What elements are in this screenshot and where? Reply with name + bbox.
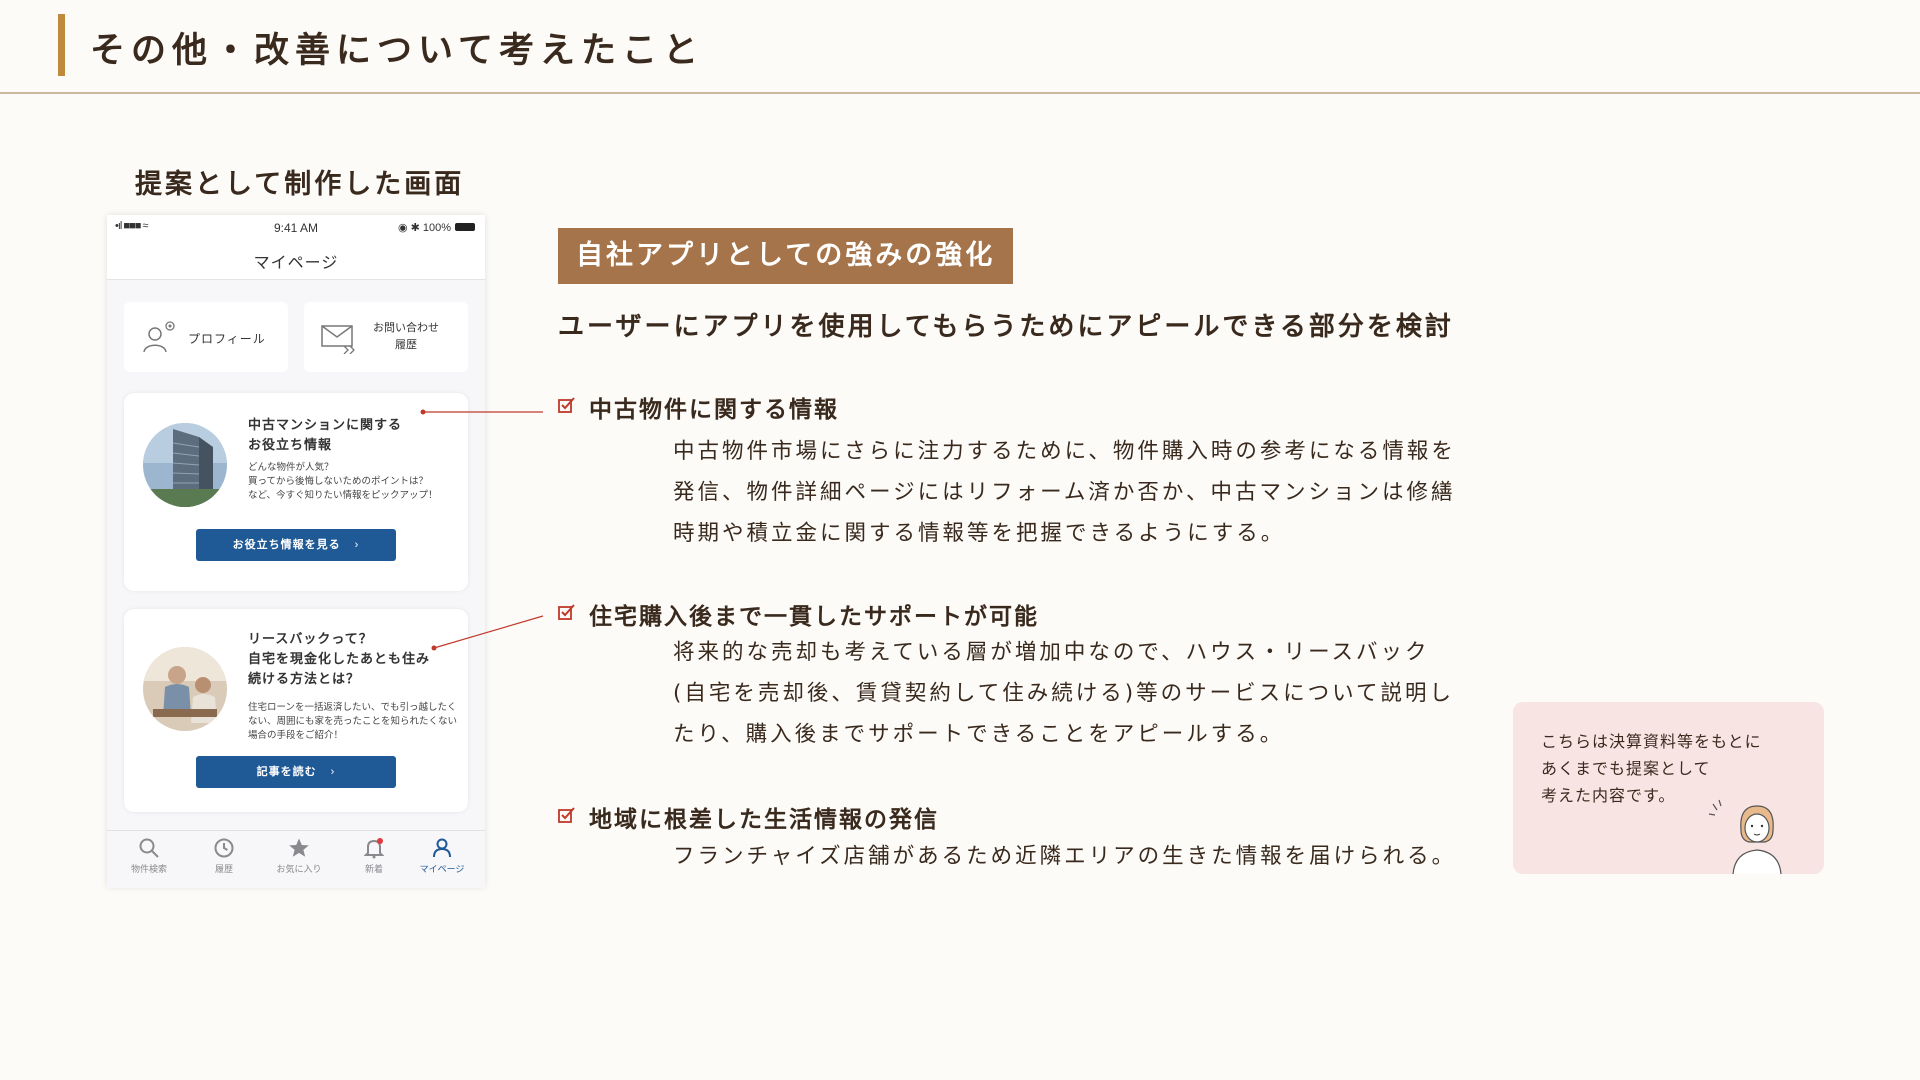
point-heading-used-property: 中古物件に関する情報 (589, 397, 839, 423)
tab-favorites[interactable]: お気に入り (264, 837, 334, 875)
tab-label: お気に入り (276, 864, 322, 874)
note-box: こちらは決算資料等をもとに あくまでも提案として 考えた内容です。 (1513, 702, 1824, 874)
useful-info-button[interactable]: お役立ち情報を見る › (196, 529, 396, 561)
couple-photo (143, 647, 227, 731)
point-body-used-property: 中古物件市場にさらに注力するために、物件購入時の参考になる情報を 発信、物件詳細… (673, 439, 1456, 546)
section-badge: 自社アプリとしての強みの強化 (558, 228, 1014, 284)
tab-property-search[interactable]: 物件検索 (114, 837, 184, 875)
profile-tile[interactable]: プロフィール (124, 302, 288, 372)
card-description: 住宅ローンを一括返済したい、でも引っ越したくない、周囲にも家を売ったことを知られ… (248, 702, 458, 741)
inquiry-history-tile[interactable]: お問い合わせ 履歴 (304, 302, 468, 372)
proposal-label: 提案として制作した画面 (135, 169, 465, 200)
button-label: お役立ち情報を見る (232, 539, 341, 551)
inquiry-history-label: お問い合わせ 履歴 (373, 322, 439, 351)
chevron-right-icon: › (354, 539, 360, 551)
info-card-used-condo: 中古マンションに関する お役立ち情報 どんな物件が人気？ 買ってから後悔しないた… (124, 393, 468, 591)
profile-gear-icon (143, 321, 175, 353)
page-header: その他・改善について考えたこと (0, 0, 1920, 94)
chevron-right-icon: › (330, 766, 336, 778)
search-icon (139, 838, 159, 858)
star-icon (289, 838, 309, 857)
building-photo (143, 423, 227, 507)
user-icon (433, 838, 451, 858)
status-bar: •ıl ■■■ ≈ 9:41 AM ◉ ✱ 100% (107, 215, 485, 239)
point-heading-support: 住宅購入後まで一貫したサポートが可能 (589, 604, 1039, 630)
profile-label: プロフィール (188, 332, 266, 346)
tab-label: マイページ (419, 864, 465, 874)
tab-new-arrivals[interactable]: 新着 (339, 837, 409, 875)
mail-icon (321, 325, 355, 354)
card-title: リースバックって？ 自宅を現金化したあとも住み 続ける方法とは？ (248, 631, 431, 686)
page-title: その他・改善について考えたこと (90, 31, 704, 71)
phone-mockup: •ıl ■■■ ≈ 9:41 AM ◉ ✱ 100% マイページ プロフィール … (107, 215, 485, 888)
button-label: 記事を読む (256, 766, 317, 778)
bell-icon (363, 838, 385, 859)
card-title: 中古マンションに関する お役立ち情報 (248, 417, 403, 452)
point-body-support: 将来的な売却も考えている層が増加中なので、ハウス・リースバック (自宅を売却後、… (673, 640, 1454, 747)
tab-history[interactable]: 履歴 (189, 837, 259, 875)
tab-mypage[interactable]: マイページ (407, 837, 477, 875)
checkbox-icon (558, 807, 575, 823)
header-accent-bar (58, 14, 65, 76)
checkbox-icon (558, 604, 575, 620)
woman-illustration-icon (1708, 799, 1782, 874)
tab-label: 物件検索 (130, 864, 167, 874)
battery-icon (455, 223, 475, 231)
section-subtitle: ユーザーにアプリを使用してもらうためにアピールできる部分を検討 (558, 312, 1454, 342)
nav-title: マイページ (253, 255, 339, 272)
tab-label: 新着 (364, 864, 383, 874)
clock-icon (214, 838, 234, 858)
point-heading-local-info: 地域に根差した生活情報の発信 (589, 807, 939, 833)
point-body-local-info: フランチャイズ店舗があるため近隣エリアの生きた情報を届けられる。 (673, 844, 1457, 869)
tab-bar: 物件検索 履歴 お気に入り 新着 マイページ (107, 830, 485, 888)
battery-percent: ◉ ✱ 100% (397, 222, 451, 234)
info-card-leaseback: リースバックって？ 自宅を現金化したあとも住み 続ける方法とは？ 住宅ローンを一… (124, 609, 468, 812)
tab-label: 履歴 (214, 864, 233, 874)
read-article-button[interactable]: 記事を読む › (196, 756, 396, 788)
checkbox-icon (558, 397, 575, 413)
nav-bar: マイページ (107, 239, 485, 280)
card-description: どんな物件が人気？ 買ってから後悔しないためのポイントは？ など、今すぐ知りたい… (248, 462, 438, 501)
